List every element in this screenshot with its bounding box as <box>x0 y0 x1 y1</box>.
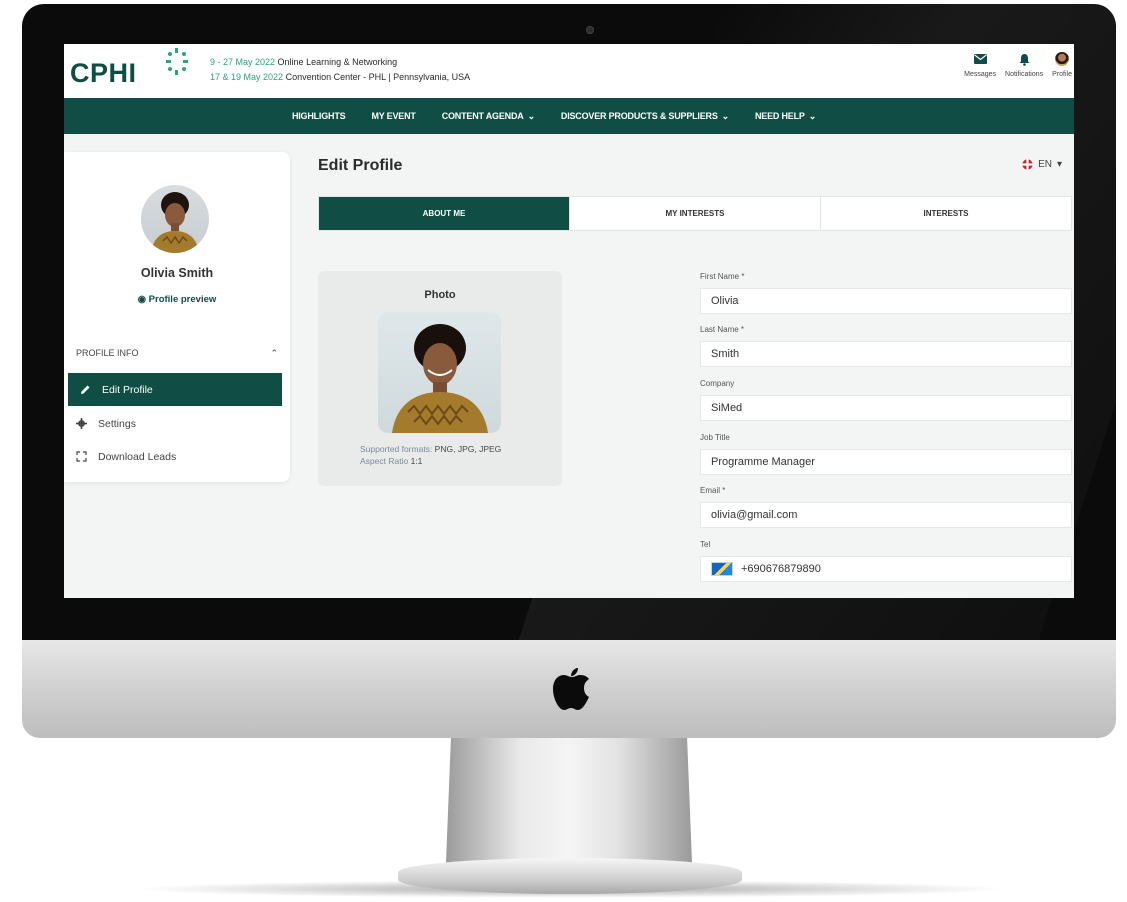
nav-highlights[interactable]: HIGHLIGHTS <box>292 111 346 121</box>
chevron-down-icon: ▾ <box>1056 159 1062 170</box>
tel-field[interactable]: +690676879890 <box>700 556 1072 582</box>
sidebar-avatar <box>141 185 209 253</box>
company-field[interactable]: SiMed <box>700 395 1072 421</box>
event-venue-text: Convention Center - PHL | Pennsylvania, … <box>283 72 471 82</box>
profile-tabs: ABOUT ME MY INTERESTS INTERESTS <box>318 196 1072 231</box>
profile-photo-upload[interactable] <box>378 312 501 433</box>
nav-need-help[interactable]: NEED HELP ⌄ <box>755 111 816 122</box>
chevron-down-icon: ⌄ <box>721 110 730 121</box>
screen: CPHI 9 - 27 May 2022 Online Learning & N… <box>64 44 1074 598</box>
event-venue-date: 17 & 19 May 2022 <box>210 72 284 82</box>
event-info: 9 - 27 May 2022 Online Learning & Networ… <box>210 55 470 85</box>
tel-label: Tel <box>700 540 711 549</box>
avatar <box>1055 52 1070 66</box>
bell-icon <box>1019 53 1030 66</box>
profile-sidebar: Olivia Smith ◉ Profile preview PROFILE I… <box>64 152 290 482</box>
download-frame-icon <box>76 451 87 462</box>
chevron-up-icon: ⌃ <box>270 348 278 358</box>
event-online-date: 9 - 27 May 2022 <box>210 57 276 67</box>
tab-my-interests[interactable]: MY INTERESTS <box>570 197 821 230</box>
company-label: Company <box>700 379 735 388</box>
notifications-label: Notifications <box>1005 71 1044 78</box>
notifications-button[interactable]: Notifications <box>1005 52 1043 78</box>
last-name-label: Last Name * <box>700 325 745 334</box>
tel-value: +690676879890 <box>741 563 821 575</box>
sidebar-item-download-leads[interactable]: Download Leads <box>64 440 282 473</box>
first-name-label: First Name * <box>700 272 745 281</box>
tab-interests[interactable]: INTERESTS <box>821 197 1071 230</box>
profile-info-section[interactable]: PROFILE INFO ⌃ <box>76 348 278 359</box>
tab-about-me[interactable]: ABOUT ME <box>319 197 570 230</box>
email-label: Email * <box>700 486 726 495</box>
imac-stand-foot <box>398 858 742 894</box>
nav-content-agenda[interactable]: CONTENT AGENDA ⌄ <box>442 111 535 122</box>
top-bar: CPHI 9 - 27 May 2022 Online Learning & N… <box>64 44 1074 98</box>
profile-name: Olivia Smith <box>140 266 214 280</box>
messages-button[interactable]: Messages <box>964 52 996 78</box>
chevron-down-icon: ⌄ <box>808 110 817 121</box>
gear-icon <box>76 418 87 429</box>
uk-flag-icon <box>1022 159 1034 170</box>
sidebar-item-settings[interactable]: Settings <box>64 407 282 440</box>
sidebar-item-edit-profile[interactable]: Edit Profile <box>68 373 282 406</box>
chevron-down-icon: ⌄ <box>527 110 536 121</box>
photo-label: Photo <box>424 289 456 301</box>
first-name-field[interactable]: Olivia <box>700 288 1072 314</box>
email-field[interactable]: olivia@gmail.com <box>700 502 1072 528</box>
envelope-icon <box>973 54 987 64</box>
nav-discover-products[interactable]: DISCOVER PRODUCTS & SUPPLIERS ⌄ <box>561 111 729 122</box>
last-name-field[interactable]: Smith <box>700 341 1072 367</box>
profile-label: Profile <box>1052 71 1072 78</box>
camera-dot <box>586 26 594 34</box>
eye-icon: ◉ <box>137 294 147 305</box>
job-title-field[interactable]: Programme Manager <box>700 449 1072 475</box>
event-online-text: Online Learning & Networking <box>275 57 398 67</box>
language-selector[interactable]: EN ▾ <box>1022 159 1062 170</box>
nav-my-event[interactable]: MY EVENT <box>371 111 415 121</box>
apple-logo-icon <box>553 668 589 710</box>
pencil-icon <box>81 385 90 394</box>
cphi-logo[interactable]: CPHI <box>70 58 137 89</box>
job-title-label: Job Title <box>700 433 730 442</box>
logo-dots-icon <box>166 48 188 75</box>
messages-label: Messages <box>964 71 997 78</box>
profile-photo <box>392 324 488 433</box>
photo-card: Photo Supported formats: PNG, JPG, JPEG … <box>318 271 562 486</box>
country-flag-icon[interactable] <box>711 562 733 576</box>
page-title: Edit Profile <box>318 157 403 174</box>
portrait-image <box>151 192 199 253</box>
photo-requirements: Supported formats: PNG, JPG, JPEG Aspect… <box>360 444 502 466</box>
profile-menu-button[interactable]: Profile <box>1052 52 1072 78</box>
profile-preview-link[interactable]: ◉ Profile preview <box>64 294 290 305</box>
main-nav: HIGHLIGHTS MY EVENT CONTENT AGENDA ⌄ DISC… <box>64 98 1074 134</box>
top-icons: Messages Notifications Profile <box>964 52 1072 78</box>
